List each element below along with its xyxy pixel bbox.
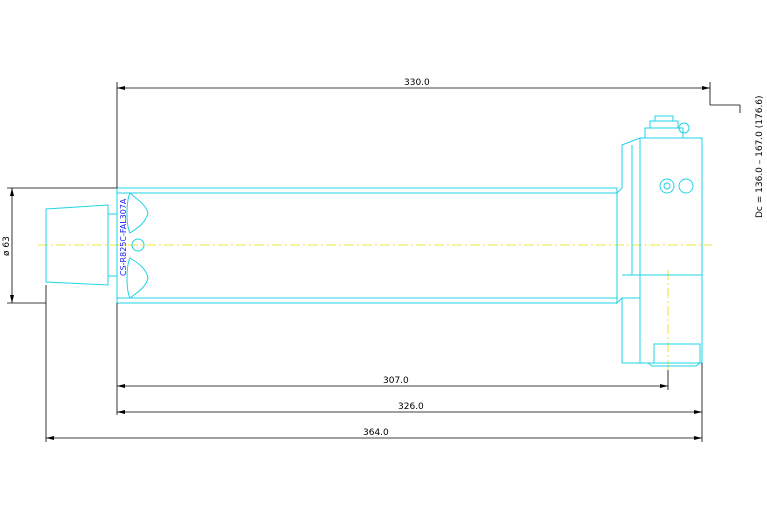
dimension-364: 364.0 [45, 285, 702, 442]
screw-hole-left [659, 178, 675, 194]
dimension-307: 307.0 [116, 303, 669, 415]
dim-330-label: 330.0 [404, 78, 430, 88]
technical-drawing: CS-R825C-FAL307A 330.0 Dc = 136.0 – 167.… [2, 78, 765, 442]
dimension-dc: Dc = 136.0 – 167.0 (176.6) [710, 95, 765, 218]
part-number-label: CS-R825C-FAL307A [119, 198, 128, 276]
dim-307-label: 307.0 [383, 376, 409, 386]
dimension-326: 326.0 [117, 363, 703, 442]
diameter-label: ø 63 [2, 236, 12, 256]
main-body [116, 187, 618, 304]
screw-hole-right [678, 178, 694, 194]
dimension-330: 330.0 [116, 78, 711, 188]
dc-range-label: Dc = 136.0 – 167.0 (176.6) [755, 95, 765, 218]
dim-326-label: 326.0 [398, 402, 424, 412]
dim-364-label: 364.0 [363, 428, 389, 438]
head-assembly [616, 115, 703, 367]
